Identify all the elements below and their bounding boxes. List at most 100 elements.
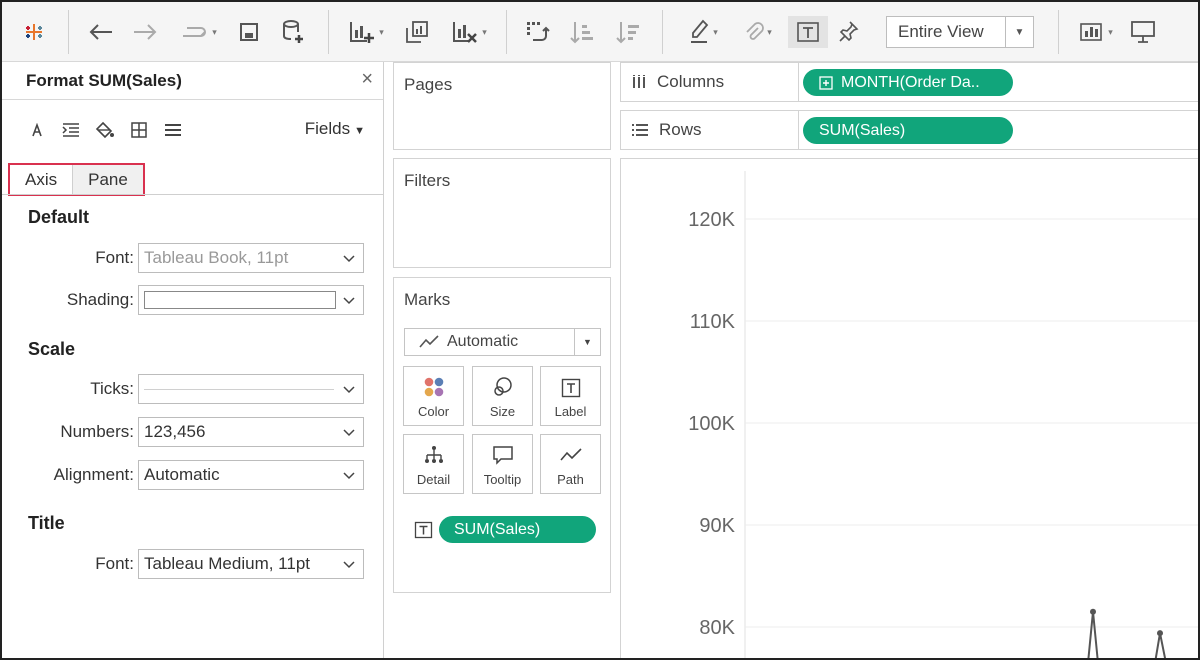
- ticks-select[interactable]: [138, 374, 364, 404]
- forward-icon[interactable]: [128, 16, 162, 48]
- line-chart: 120K 110K 100K 90K 80K: [688, 171, 1198, 658]
- title-font-select[interactable]: Tableau Medium, 11pt: [138, 549, 364, 579]
- clear-sheet-icon[interactable]: ▾: [442, 16, 496, 48]
- show-labels-icon[interactable]: [788, 16, 828, 48]
- y-tick-label: 90K: [699, 515, 735, 537]
- chevron-down-icon: [343, 429, 355, 437]
- chevron-down-icon[interactable]: ▾: [713, 27, 718, 38]
- columns-pill[interactable]: MONTH(Order Da..: [803, 69, 1013, 96]
- tooltip-card[interactable]: Tooltip: [472, 434, 533, 494]
- columns-label-text: Columns: [657, 72, 725, 91]
- pages-shelf[interactable]: Pages: [393, 62, 611, 150]
- rows-pill[interactable]: SUM(Sales): [803, 117, 1013, 144]
- borders-icon[interactable]: [128, 120, 150, 140]
- group-icon[interactable]: ▾: [734, 16, 782, 48]
- alignment-select[interactable]: Automatic: [138, 460, 364, 490]
- detail-card[interactable]: Detail: [403, 434, 464, 494]
- format-panel-title: Format SUM(Sales): [26, 70, 182, 90]
- columns-label: Columns: [621, 63, 799, 101]
- sort-descending-icon[interactable]: [612, 16, 644, 48]
- swap-icon[interactable]: [520, 16, 554, 48]
- pages-shelf-title: Pages: [404, 75, 453, 94]
- columns-pill-text: MONTH(Order Da..: [841, 73, 980, 91]
- marks-label-pill[interactable]: SUM(Sales): [439, 516, 596, 543]
- expand-icon[interactable]: [819, 75, 833, 90]
- rows-icon: [632, 124, 648, 136]
- presentation-icon[interactable]: [1126, 16, 1160, 48]
- default-font-select[interactable]: Tableau Book, 11pt: [138, 243, 364, 273]
- format-tabs: Axis Pane: [8, 163, 145, 196]
- size-card-label: Size: [489, 404, 516, 419]
- numbers-select[interactable]: 123,456: [138, 417, 364, 447]
- marks-card: Marks Automatic ▼ Color Size Label Detai…: [393, 277, 611, 593]
- chevron-down-icon[interactable]: ▾: [1108, 27, 1113, 38]
- lines-icon[interactable]: [162, 120, 184, 140]
- redo-icon[interactable]: ▾: [172, 16, 224, 48]
- chevron-down-icon[interactable]: ▾: [482, 27, 487, 38]
- chevron-down-icon[interactable]: ▼: [1005, 17, 1033, 47]
- chevron-down-icon: [343, 255, 355, 263]
- shading-icon[interactable]: [94, 120, 116, 140]
- chevron-down-icon[interactable]: ▼: [574, 329, 600, 355]
- chevron-down-icon: [343, 472, 355, 480]
- sort-ascending-icon[interactable]: [566, 16, 598, 48]
- toolbar: ▾ ▾ ▾ ▾ ▾ Entire View ▼ ▾: [2, 2, 1198, 62]
- shading-swatch: [144, 291, 336, 309]
- tableau-window: ▾ ▾ ▾ ▾ ▾ Entire View ▼ ▾ Format SUM(Sal…: [0, 0, 1200, 660]
- new-worksheet-icon[interactable]: ▾: [340, 16, 392, 48]
- tab-pane[interactable]: Pane: [72, 165, 143, 194]
- title-font-label: Font:: [95, 554, 134, 573]
- label-card[interactable]: Label: [540, 366, 601, 426]
- sales-line: [1087, 611, 1167, 658]
- filters-shelf[interactable]: Filters: [393, 158, 611, 268]
- chevron-down-icon[interactable]: ▾: [212, 27, 217, 38]
- default-shading-select[interactable]: [138, 285, 364, 315]
- title-font-value: Tableau Medium, 11pt: [144, 554, 311, 573]
- size-card[interactable]: Size: [472, 366, 533, 426]
- tooltip-bubble-icon: [492, 446, 513, 465]
- color-dots-icon: [424, 377, 443, 397]
- section-default-title: Default: [28, 207, 90, 227]
- tableau-logo-icon[interactable]: [16, 16, 52, 48]
- filters-shelf-title: Filters: [404, 171, 451, 190]
- alignment-value: Automatic: [144, 465, 220, 484]
- chevron-down-icon: ▼: [354, 125, 365, 137]
- highlight-icon[interactable]: ▾: [678, 16, 728, 48]
- font-icon[interactable]: [26, 120, 48, 140]
- tick-style-preview: [144, 388, 334, 390]
- format-panel: Format SUM(Sales) × Fields ▼ Axis Pane D…: [2, 62, 384, 658]
- marks-card-title: Marks: [404, 290, 451, 309]
- save-icon[interactable]: [234, 16, 264, 48]
- chevron-down-icon[interactable]: ▾: [379, 27, 384, 38]
- color-card[interactable]: Color: [403, 366, 464, 426]
- columns-shelf[interactable]: Columns MONTH(Order Da..: [620, 62, 1198, 102]
- fit-view-value: Entire View: [898, 22, 984, 41]
- chevron-down-icon: [343, 561, 355, 569]
- duplicate-icon[interactable]: [400, 16, 434, 48]
- new-datasource-icon[interactable]: [278, 16, 308, 48]
- section-scale-title: Scale: [28, 339, 76, 359]
- fit-view-select[interactable]: Entire View ▼: [886, 16, 1034, 48]
- tab-axis[interactable]: Axis: [10, 165, 73, 194]
- data-point[interactable]: [1157, 630, 1163, 637]
- rows-shelf[interactable]: Rows SUM(Sales): [620, 110, 1198, 150]
- label-card-label: Label: [554, 404, 587, 419]
- back-icon[interactable]: [84, 16, 118, 48]
- line-mark-icon: [419, 335, 439, 348]
- chevron-down-icon: [343, 386, 355, 394]
- close-icon[interactable]: ×: [361, 68, 373, 91]
- show-me-icon[interactable]: ▾: [1072, 16, 1120, 48]
- default-shading-label: Shading:: [66, 290, 134, 309]
- default-font-label: Font:: [95, 248, 134, 267]
- y-tick-label: 120K: [688, 209, 735, 231]
- format-type-icons: [26, 120, 184, 140]
- y-tick-label: 100K: [688, 413, 735, 435]
- chevron-down-icon[interactable]: ▾: [767, 27, 772, 38]
- alignment-icon[interactable]: [60, 120, 82, 140]
- path-card[interactable]: Path: [540, 434, 601, 494]
- data-point[interactable]: [1090, 608, 1096, 615]
- chart-view[interactable]: 120K 110K 100K 90K 80K: [620, 158, 1198, 658]
- pin-icon[interactable]: [832, 16, 864, 48]
- fields-dropdown[interactable]: Fields ▼: [305, 119, 365, 139]
- mark-type-select[interactable]: Automatic ▼: [404, 328, 601, 356]
